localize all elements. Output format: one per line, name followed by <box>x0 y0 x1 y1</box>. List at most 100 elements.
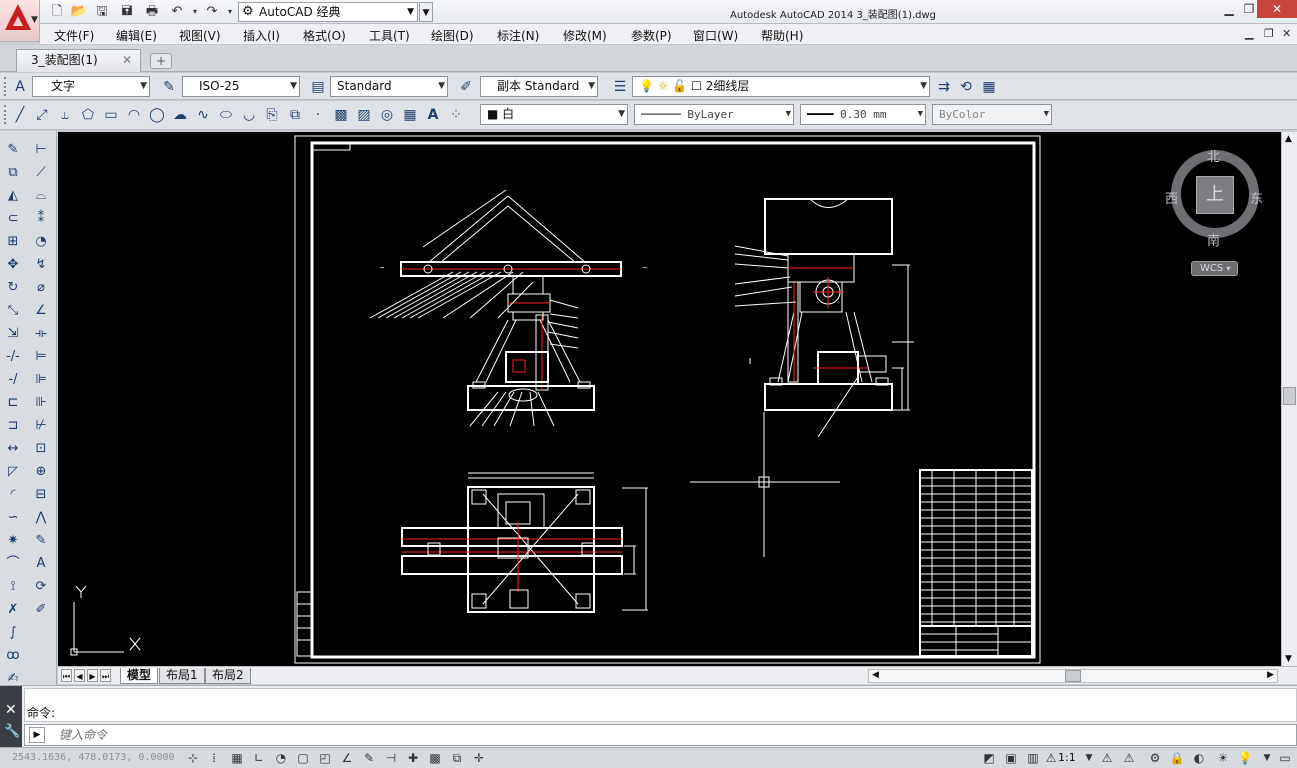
linetype-select[interactable]: ────── ByLayer ▼ <box>634 104 794 125</box>
dim-style-icon[interactable]: ✎ <box>159 77 179 97</box>
quick-dim-icon[interactable]: ⟛ <box>30 323 52 345</box>
text-style-select[interactable]: 文字 ▼ <box>32 76 150 97</box>
snap-mode-icon[interactable]: ⁞ <box>205 750 223 767</box>
annotation-visibility-icon[interactable]: ⚠ <box>1098 750 1116 767</box>
make-block-icon[interactable]: ⧉ <box>285 105 305 125</box>
model-space-icon[interactable]: ◩ <box>980 750 998 767</box>
compass-south[interactable]: 南 <box>1207 230 1220 249</box>
close-icon[interactable]: ✕ <box>5 702 17 718</box>
polyline-icon[interactable]: ⥿ <box>55 105 75 125</box>
multiline-text-icon[interactable]: A <box>423 105 443 125</box>
linear-dim-icon[interactable]: ⊢ <box>30 139 52 161</box>
workspace-select[interactable]: ⚙ AutoCAD 经典 ▼ <box>238 2 418 22</box>
3d-object-snap-icon[interactable]: ◰ <box>316 750 334 767</box>
doc-minimize-icon[interactable]: ▁ <box>1245 27 1253 40</box>
new-file-icon[interactable]: 🗋 <box>48 3 66 21</box>
quick-properties-icon[interactable]: ⧉ <box>448 750 466 767</box>
dim-style-tool-icon[interactable]: ✐ <box>30 599 52 621</box>
diameter-dim-icon[interactable]: ⌀ <box>30 277 52 299</box>
continue-dim-icon[interactable]: ⊫ <box>30 369 52 391</box>
tolerance-icon[interactable]: ⊡ <box>30 438 52 460</box>
ortho-mode-icon[interactable]: ∟ <box>250 750 268 767</box>
circle-icon[interactable]: ◯ <box>147 105 167 125</box>
clean-screen-icon[interactable]: ▭ <box>1276 750 1294 767</box>
table-icon[interactable]: ▦ <box>400 105 420 125</box>
transparency-icon[interactable]: ▩ <box>426 750 444 767</box>
redo-icon[interactable]: ↷ <box>203 3 221 21</box>
menu-tools[interactable]: 工具(T) <box>369 27 410 44</box>
coordinate-readout[interactable]: 2543.1636, 478.0173, 0.0000 <box>12 752 175 763</box>
menu-draw[interactable]: 绘图(D) <box>431 27 474 44</box>
join-icon[interactable]: ⊐ <box>2 415 24 437</box>
save-as-icon[interactable]: 🖬 <box>118 3 136 21</box>
dim-edit-icon[interactable]: ✎ <box>30 530 52 552</box>
workspace-switch-icon[interactable]: ⚙ <box>1146 750 1164 767</box>
menu-help[interactable]: 帮助(H) <box>761 27 803 44</box>
copy-icon[interactable]: ⧉ <box>2 162 24 184</box>
scroll-down-icon[interactable]: ▼ <box>1285 654 1292 664</box>
vertical-scrollbar[interactable]: ▲ ▼ <box>1281 132 1297 666</box>
delete-tool-icon[interactable]: ✗ <box>2 599 24 621</box>
isolate-objects-icon[interactable]: ☀ <box>1214 750 1232 767</box>
compass-east[interactable]: 东 <box>1250 188 1263 207</box>
save-icon[interactable]: 🖫 <box>93 3 111 21</box>
arc-icon[interactable]: ◠ <box>124 105 144 125</box>
document-tab[interactable]: 3_装配图(1) ✕ <box>16 49 141 72</box>
polar-tracking-icon[interactable]: ◔ <box>272 750 290 767</box>
curve-tool-icon[interactable]: ∫ <box>2 622 24 644</box>
polygon-icon[interactable]: ⬠ <box>78 105 98 125</box>
dim-text-edit-icon[interactable]: A <box>30 553 52 575</box>
chevron-down-icon[interactable]: ▼ <box>1080 750 1098 767</box>
layer-states-icon[interactable]: ▦ <box>979 77 999 97</box>
baseline-dim-icon[interactable]: ⊨ <box>30 346 52 368</box>
fillet-icon[interactable]: ◜ <box>2 484 24 506</box>
rectangle-icon[interactable]: ▭ <box>101 105 121 125</box>
lineweight-select[interactable]: ━━━━ 0.30 mm ▼ <box>800 104 926 125</box>
scroll-up-icon[interactable]: ▲ <box>1285 134 1292 144</box>
layer-previous-icon[interactable]: ⟲ <box>956 77 976 97</box>
blend-curves-icon[interactable]: ∽ <box>2 507 24 529</box>
tab-layout1[interactable]: 布局1 <box>159 668 205 684</box>
erase-icon[interactable]: ✎ <box>2 139 24 161</box>
menu-window[interactable]: 窗口(W) <box>693 27 738 44</box>
dynamic-input-icon[interactable]: ⊣ <box>382 750 400 767</box>
center-mark-icon[interactable]: ⊕ <box>30 461 52 483</box>
toolbar-lock-icon[interactable]: 🔒 <box>1168 750 1186 767</box>
viewcube-top-face[interactable]: 上 <box>1196 176 1234 214</box>
wrench-icon[interactable]: 🔧 <box>4 724 20 739</box>
first-layout-icon[interactable]: ⏮ <box>61 669 72 682</box>
chamfer-icon[interactable]: ◸ <box>2 461 24 483</box>
color-select[interactable]: ■ 白 ▼ <box>480 104 628 125</box>
redo-dropdown-icon[interactable]: ▾ <box>221 3 239 21</box>
lightbulb-icon[interactable]: 💡 <box>1236 750 1254 767</box>
aligned-dim-icon[interactable]: ⟋ <box>30 162 52 184</box>
menu-dimension[interactable]: 标注(N) <box>497 27 539 44</box>
table-style-select[interactable]: Standard ▼ <box>330 76 448 97</box>
multileader-style-icon[interactable]: ✐ <box>456 77 476 97</box>
scroll-left-icon[interactable]: ◀ <box>872 670 879 680</box>
point-icon[interactable]: · <box>308 105 328 125</box>
command-prompt-icon[interactable]: ▶ <box>29 727 45 743</box>
hardware-acceleration-icon[interactable]: ◐ <box>1190 750 1208 767</box>
object-snap-tracking-icon[interactable]: ∠ <box>338 750 356 767</box>
command-input[interactable] <box>59 726 1259 744</box>
print-icon[interactable]: 🖶 <box>143 3 161 21</box>
array-icon[interactable]: ⊞ <box>2 231 24 253</box>
menu-view[interactable]: 视图(V) <box>179 27 221 44</box>
infer-constraints-icon[interactable]: ⊹ <box>184 750 202 767</box>
quick-access-customize-icon[interactable]: ▼ <box>419 2 433 22</box>
menu-insert[interactable]: 插入(I) <box>243 27 280 44</box>
menu-file[interactable]: 文件(F) <box>54 27 94 44</box>
object-snap-icon[interactable]: ▢ <box>294 750 312 767</box>
drawing-canvas[interactable]: ~ ~ <box>58 132 1281 666</box>
menu-parametric[interactable]: 参数(P) <box>631 27 672 44</box>
dim-space-icon[interactable]: ⊪ <box>30 392 52 414</box>
revision-cloud-icon[interactable]: ☁ <box>170 105 190 125</box>
grid-display-icon[interactable]: ▦ <box>228 750 246 767</box>
mirror-icon[interactable]: ◭ <box>2 185 24 207</box>
arc-length-icon[interactable]: ⌓ <box>30 185 52 207</box>
menu-edit[interactable]: 编辑(E) <box>116 27 157 44</box>
construction-line-icon[interactable]: ⤢ <box>32 105 52 125</box>
selection-cycling-icon[interactable]: ✛ <box>470 750 488 767</box>
gradient-icon[interactable]: ▨ <box>354 105 374 125</box>
